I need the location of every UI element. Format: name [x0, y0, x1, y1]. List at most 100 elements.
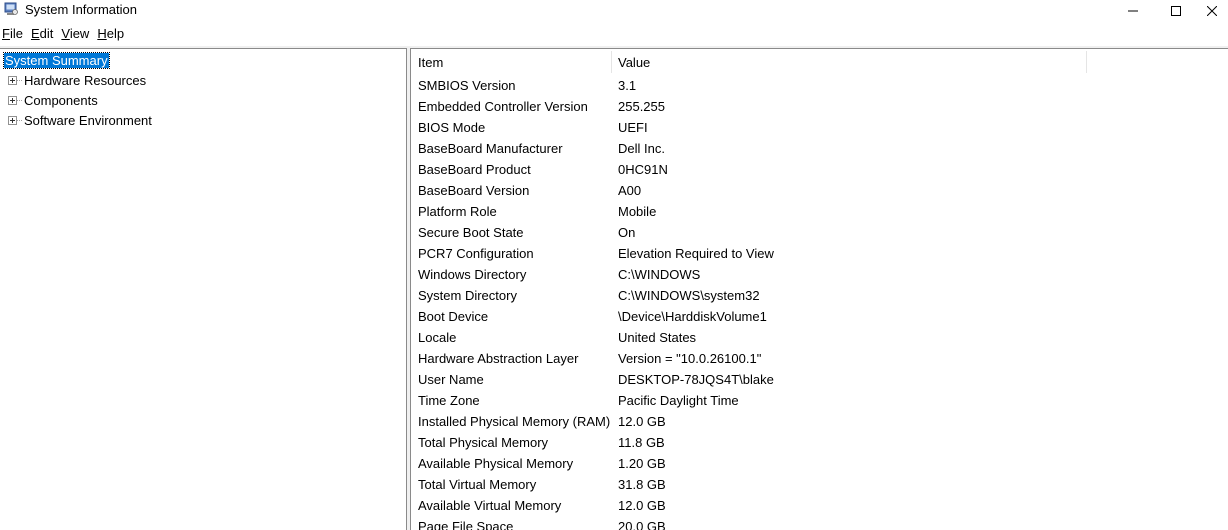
table-row[interactable]: BaseBoard Product 0HC91N: [411, 159, 1228, 180]
table-row[interactable]: Windows Directory C:\WINDOWS: [411, 264, 1228, 285]
expand-icon[interactable]: [8, 96, 17, 105]
row-value: On: [618, 225, 636, 240]
table-row[interactable]: Total Physical Memory 11.8 GB: [411, 432, 1228, 453]
row-item: Locale: [418, 330, 457, 345]
row-item: Total Virtual Memory: [418, 477, 537, 492]
row-value: United States: [618, 330, 697, 345]
row-item: Embedded Controller Version: [418, 99, 588, 114]
table-row[interactable]: Installed Physical Memory (RAM) 12.0 GB: [411, 411, 1228, 432]
table-row[interactable]: Time Zone Pacific Daylight Time: [411, 390, 1228, 411]
column-separator[interactable]: [1086, 51, 1087, 73]
menu-file-accelerator: F: [2, 26, 10, 41]
table-row[interactable]: Platform Role Mobile: [411, 201, 1228, 222]
menu-bar: File Edit View Help: [0, 22, 1228, 46]
table-row[interactable]: Locale United States: [411, 327, 1228, 348]
row-item: User Name: [418, 372, 484, 387]
row-value: 11.8 GB: [618, 435, 665, 450]
column-header-label: Value: [618, 55, 651, 70]
table-row[interactable]: Page File Space 20.0 GB: [411, 516, 1228, 530]
row-value: C:\WINDOWS\system32: [618, 288, 760, 303]
table-row[interactable]: Total Virtual Memory 31.8 GB: [411, 474, 1228, 495]
row-value: 1.20 GB: [618, 456, 666, 471]
table-row[interactable]: Available Virtual Memory 12.0 GB: [411, 495, 1228, 516]
row-value: \Device\HarddiskVolume1: [618, 309, 767, 324]
row-item: SMBIOS Version: [418, 78, 516, 93]
row-item: System Directory: [418, 288, 517, 303]
tree-node-label: Hardware Resources: [24, 73, 147, 88]
table-row[interactable]: Available Physical Memory 1.20 GB: [411, 453, 1228, 474]
table-row[interactable]: BIOS Mode UEFI: [411, 117, 1228, 138]
row-value: 20.0 GB: [618, 519, 666, 530]
minimize-button[interactable]: [1110, 0, 1156, 22]
row-item: BaseBoard Manufacturer: [418, 141, 563, 156]
table-row[interactable]: Hardware Abstraction Layer Version = "10.…: [411, 348, 1228, 369]
window-title: System Information: [25, 2, 137, 17]
row-item: Secure Boot State: [418, 225, 524, 240]
row-value: 12.0 GB: [618, 498, 666, 513]
close-button[interactable]: [1196, 0, 1228, 22]
category-tree[interactable]: System Summary Hardware Resources Compon…: [0, 48, 407, 530]
row-item: BaseBoard Product: [418, 162, 531, 177]
menu-edit-accelerator: E: [30, 26, 40, 41]
tree-node-hardware-resources[interactable]: Hardware Resources: [0, 72, 300, 90]
menu-view-accelerator: V: [61, 26, 70, 41]
expand-icon[interactable]: [8, 76, 17, 85]
tree-connector: [17, 80, 22, 81]
row-value: 0HC91N: [618, 162, 668, 177]
table-row[interactable]: SMBIOS Version 3.1: [411, 75, 1228, 96]
menu-help-accelerator: H: [97, 26, 107, 41]
row-item: Page File Space: [418, 519, 514, 530]
row-value: Mobile: [618, 204, 657, 219]
tree-connector: [17, 100, 22, 101]
row-item: Installed Physical Memory (RAM): [418, 414, 611, 429]
row-item: Hardware Abstraction Layer: [418, 351, 579, 366]
menu-help[interactable]: Help: [93, 22, 128, 46]
table-row[interactable]: BaseBoard Version A00: [411, 180, 1228, 201]
title-bar: System Information: [0, 0, 1228, 22]
row-item: Available Physical Memory: [418, 456, 574, 471]
row-item: Available Virtual Memory: [418, 498, 562, 513]
table-row[interactable]: Boot Device \Device\HarddiskVolume1: [411, 306, 1228, 327]
table-row[interactable]: Secure Boot State On: [411, 222, 1228, 243]
menu-view-label: iew: [69, 26, 90, 41]
expand-icon[interactable]: [8, 116, 17, 125]
tree-node-components[interactable]: Components: [0, 92, 300, 110]
tree-connector: [17, 120, 22, 121]
row-item: Windows Directory: [418, 267, 527, 282]
details-list[interactable]: Item Value SMBIOS Version 3.1 Embedded Con…: [410, 48, 1228, 530]
menu-view[interactable]: View: [57, 22, 93, 46]
minimize-icon: [1128, 10, 1138, 12]
row-item: Time Zone: [418, 393, 480, 408]
column-header-item[interactable]: Item: [411, 49, 611, 74]
table-row[interactable]: User Name DESKTOP-78JQS4T\blake: [411, 369, 1228, 390]
row-value: A00: [618, 183, 642, 198]
row-value: DESKTOP-78JQS4T\blake: [618, 372, 774, 387]
tree-node-software-environment[interactable]: Software Environment: [0, 112, 300, 130]
row-value: 12.0 GB: [618, 414, 666, 429]
row-item: Boot Device: [418, 309, 489, 324]
row-value: Pacific Daylight Time: [618, 393, 739, 408]
system-information-icon: [4, 2, 18, 15]
tree-node-label: Components: [24, 93, 98, 108]
tree-node-label: Software Environment: [24, 113, 152, 128]
column-header-label: Item: [418, 55, 444, 70]
table-row[interactable]: Embedded Controller Version 255.255: [411, 96, 1228, 117]
column-header-value[interactable]: Value: [611, 49, 1086, 74]
maximize-button[interactable]: [1153, 0, 1199, 22]
maximize-icon: [1171, 6, 1181, 16]
menu-help-label: elp: [106, 26, 125, 41]
table-row[interactable]: BaseBoard Manufacturer Dell Inc.: [411, 138, 1228, 159]
row-item: Total Physical Memory: [418, 435, 549, 450]
row-value: Elevation Required to View: [618, 246, 774, 261]
row-value: 3.1: [618, 78, 637, 93]
menu-file[interactable]: File: [0, 22, 27, 46]
row-item: PCR7 Configuration: [418, 246, 534, 261]
menu-edit-label: dit: [39, 26, 54, 41]
table-row[interactable]: PCR7 Configuration Elevation Required to …: [411, 243, 1228, 264]
table-row[interactable]: System Directory C:\WINDOWS\system32: [411, 285, 1228, 306]
tree-node-system-summary[interactable]: System Summary: [3, 52, 110, 70]
row-item: BIOS Mode: [418, 120, 486, 135]
menu-edit[interactable]: Edit: [27, 22, 57, 46]
row-value: 31.8 GB: [618, 477, 666, 492]
menu-file-label: ile: [9, 26, 23, 41]
